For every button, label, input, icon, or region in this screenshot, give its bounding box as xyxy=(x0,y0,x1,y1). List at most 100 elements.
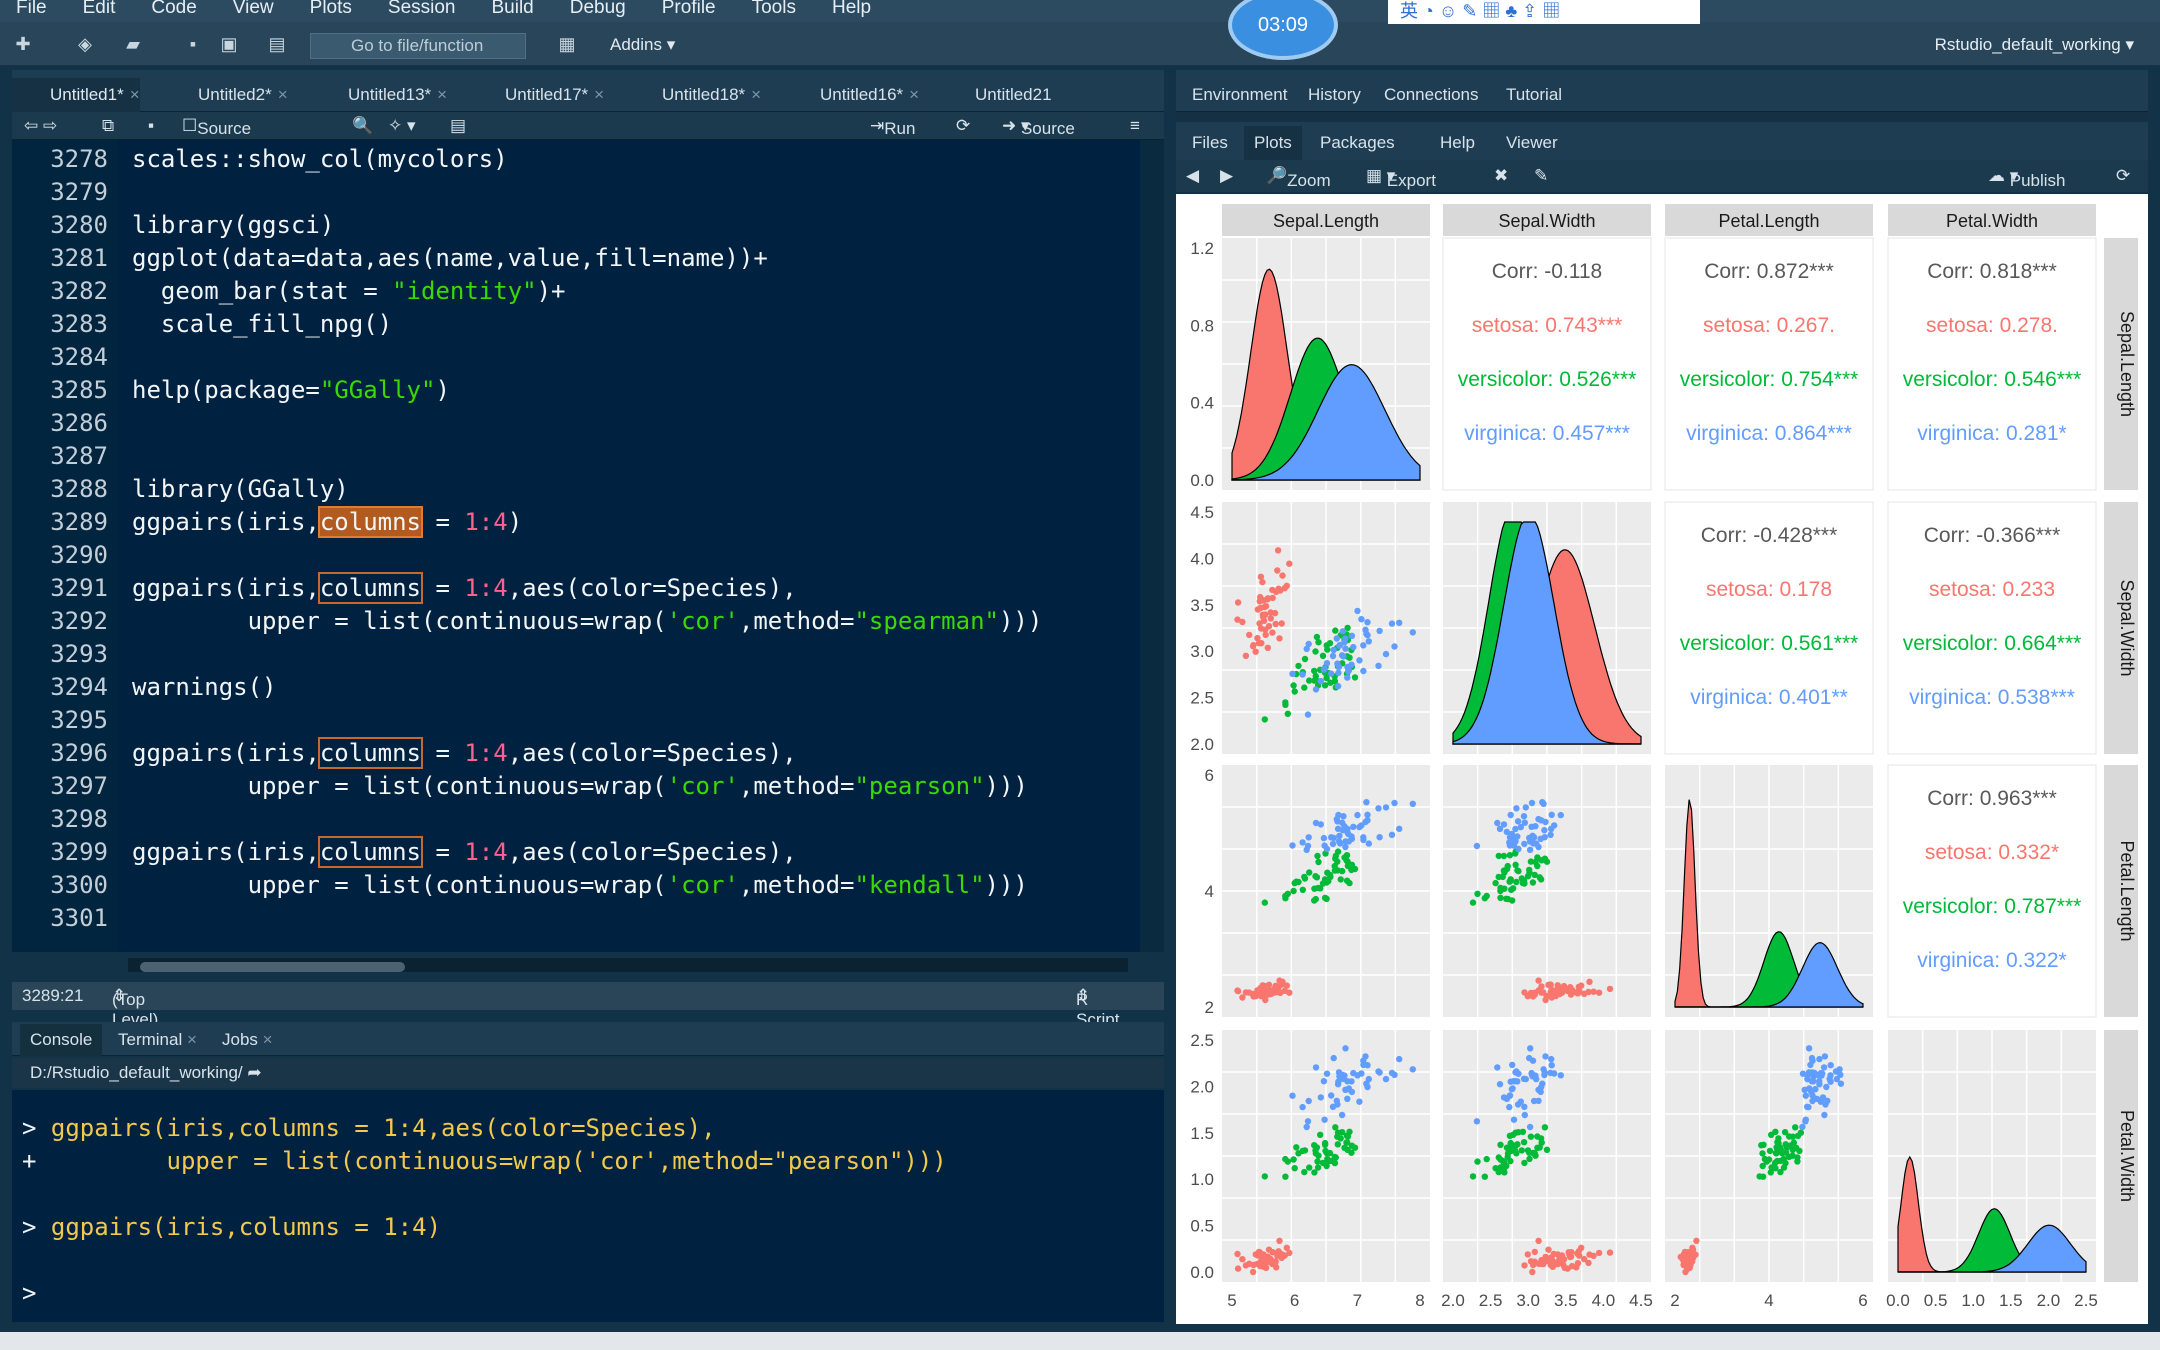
tab-history[interactable]: History xyxy=(1298,78,1371,112)
menu-tools[interactable]: Tools xyxy=(752,0,796,17)
export-button[interactable]: ▦ Export ▾ xyxy=(1366,165,1436,190)
back-icon[interactable]: ⇦ ⇨ xyxy=(24,115,57,137)
menu-edit[interactable]: Edit xyxy=(83,0,116,17)
point-versicolor xyxy=(1261,899,1268,906)
close-tab-icon[interactable]: × xyxy=(594,85,604,104)
editor-tab-label: Untitled16* xyxy=(820,85,904,104)
addins-menu[interactable]: Addins ▾ xyxy=(610,33,675,57)
source-on-save-checkbox[interactable]: ☐ Source on Save xyxy=(182,115,251,182)
remove-plot-icon[interactable]: ✖ xyxy=(1494,165,1508,187)
tab-files[interactable]: Files xyxy=(1182,126,1238,160)
editor-tab[interactable]: Untitled21 xyxy=(937,78,1052,112)
close-tab-icon[interactable]: × xyxy=(751,85,761,104)
editor-scroll-thumb[interactable] xyxy=(140,962,405,972)
editor-tab[interactable]: Untitled13* × xyxy=(310,78,447,112)
menu-view[interactable]: View xyxy=(233,0,274,17)
find-icon[interactable]: 🔍 xyxy=(352,115,373,137)
x-tick-label: 3.0 xyxy=(1516,1291,1540,1310)
run-button[interactable]: ⇥ Run xyxy=(870,115,915,138)
code-editor[interactable]: 3278 scales::show_col(mycolors) 3279 3280 li… xyxy=(12,140,1164,952)
menu-profile[interactable]: Profile xyxy=(662,0,716,17)
point-virginica xyxy=(1520,1075,1528,1082)
point-virginica xyxy=(1494,1064,1501,1071)
menu-session[interactable]: Session xyxy=(388,0,456,17)
menu-debug[interactable]: Debug xyxy=(570,0,626,17)
point-setosa xyxy=(1259,611,1266,618)
menu-build[interactable]: Build xyxy=(492,0,534,17)
compile-report-icon[interactable]: ▤ xyxy=(450,115,466,137)
source-button[interactable]: ➜ Source ▾ xyxy=(1002,115,1075,138)
rerun-icon[interactable]: ⟳ xyxy=(956,115,970,137)
menu-file[interactable]: File xyxy=(16,0,47,17)
zoom-label: Zoom xyxy=(1287,171,1331,190)
save-all-icon[interactable]: ▣ xyxy=(214,31,244,57)
plot-forward-icon[interactable]: ▶ xyxy=(1220,165,1233,187)
corr-label: versicolor: 0.561*** xyxy=(1680,632,1859,655)
editor-tab[interactable]: Untitled18* × xyxy=(624,78,761,112)
close-tab-icon[interactable]: × xyxy=(182,1030,197,1049)
point-virginica xyxy=(1548,1062,1555,1069)
close-tab-icon[interactable]: × xyxy=(258,1030,273,1049)
editor-vertical-scrollbar[interactable] xyxy=(1140,140,1164,952)
tab-tutorial[interactable]: Tutorial xyxy=(1496,78,1572,112)
show-in-window-icon[interactable]: ⧉ xyxy=(102,115,114,137)
tab-help[interactable]: Help xyxy=(1430,126,1485,160)
tab-connections[interactable]: Connections xyxy=(1374,78,1489,112)
point-setosa xyxy=(1531,991,1538,998)
point-virginica xyxy=(1547,1069,1554,1077)
code-tools-icon[interactable]: ✧ ▾ xyxy=(388,115,416,137)
close-tab-icon[interactable]: × xyxy=(278,85,288,104)
line-number: 3281 xyxy=(50,244,108,272)
console-tab[interactable]: Terminal × xyxy=(108,1024,207,1056)
ime-mode: 英 xyxy=(1400,1,1418,21)
outline-icon[interactable]: ≡ xyxy=(1130,115,1140,137)
editor-tab[interactable]: Untitled2* × xyxy=(160,78,288,112)
point-versicolor xyxy=(1497,887,1504,895)
plot-back-icon[interactable]: ◀ xyxy=(1186,165,1199,187)
console-working-dir[interactable]: D:/Rstudio_default_working/ ➦ xyxy=(12,1058,1164,1088)
scope-selector[interactable]: (Top Level) ⇕ xyxy=(112,986,158,1029)
point-setosa xyxy=(1595,1249,1603,1257)
tab-environment[interactable]: Environment xyxy=(1182,78,1297,112)
console-tab[interactable]: Jobs × xyxy=(212,1024,283,1056)
open-file-icon[interactable]: ▰ xyxy=(118,31,148,57)
menu-help[interactable]: Help xyxy=(832,0,871,17)
point-virginica xyxy=(1816,1055,1823,1063)
point-versicolor xyxy=(1508,1147,1515,1155)
point-setosa xyxy=(1269,586,1276,594)
editor-tab[interactable]: Untitled17* × xyxy=(467,78,604,112)
editor-tab[interactable]: Untitled1* × xyxy=(12,78,140,112)
point-versicolor xyxy=(1495,873,1502,881)
console-tab[interactable]: Console xyxy=(20,1024,103,1056)
tab-packages[interactable]: Packages xyxy=(1310,126,1405,160)
print-icon[interactable]: ▤ xyxy=(262,31,292,57)
point-virginica xyxy=(1539,799,1546,806)
point-virginica xyxy=(1335,663,1343,670)
project-menu[interactable]: Rstudio_default_working ▾ xyxy=(1935,33,2134,57)
point-virginica xyxy=(1509,1085,1516,1092)
publish-button[interactable]: ☁ Publish ▾ xyxy=(1988,165,2066,190)
close-tab-icon[interactable]: × xyxy=(909,85,919,104)
line-number: 3283 xyxy=(50,310,108,338)
refresh-icon[interactable]: ⟳ xyxy=(2116,165,2130,187)
zoom-button[interactable]: 🔎 Zoom xyxy=(1266,165,1331,190)
save-icon[interactable]: ▪ xyxy=(178,31,208,57)
menu-code[interactable]: Code xyxy=(151,0,196,17)
save-doc-icon[interactable]: ▪ xyxy=(148,115,154,137)
point-versicolor xyxy=(1772,1149,1780,1157)
close-tab-icon[interactable]: × xyxy=(130,85,140,104)
new-file-icon[interactable]: ✚ xyxy=(8,31,38,57)
tab-viewer[interactable]: Viewer xyxy=(1496,126,1568,160)
filetype-selector[interactable]: R Script ⇕ xyxy=(1076,986,1119,1029)
point-versicolor xyxy=(1343,877,1351,884)
clear-plots-icon[interactable]: ✎ xyxy=(1534,165,1548,187)
console-output[interactable]: > ggpairs(iris,columns = 1:4,aes(color=S… xyxy=(12,1090,1164,1322)
tab-plots[interactable]: Plots xyxy=(1244,126,1302,160)
menu-plots[interactable]: Plots xyxy=(310,0,352,17)
goto-file-input[interactable]: Go to file/function xyxy=(310,33,526,59)
workspace-panes-icon[interactable]: ▦ xyxy=(552,31,582,57)
close-tab-icon[interactable]: × xyxy=(437,85,447,104)
point-setosa xyxy=(1257,604,1264,612)
editor-tab[interactable]: Untitled16* × xyxy=(782,78,919,112)
new-project-icon[interactable]: ◈ xyxy=(70,31,100,57)
